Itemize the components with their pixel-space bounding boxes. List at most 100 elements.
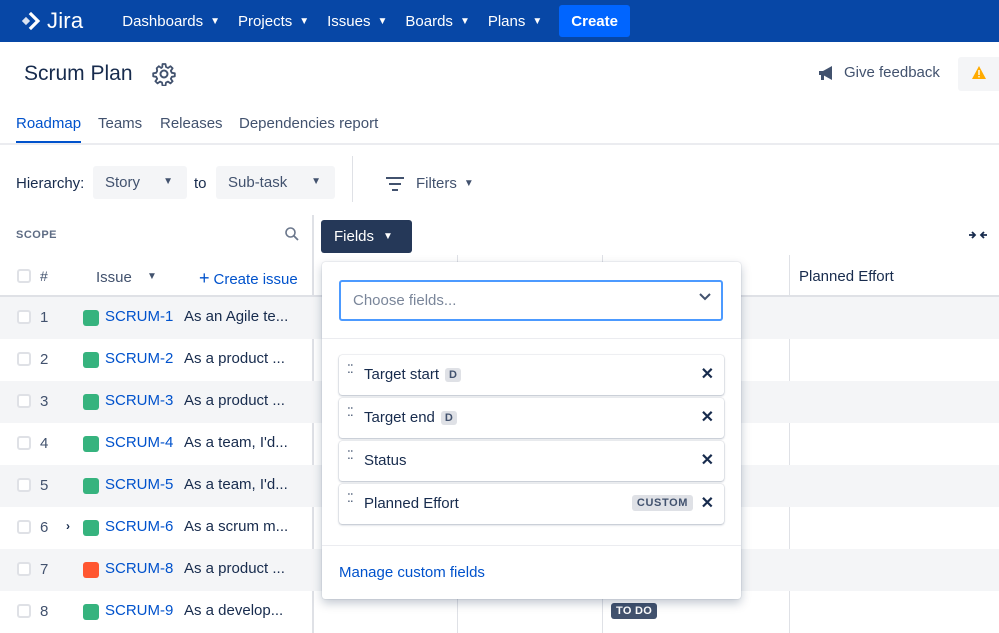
row-checkbox[interactable]: [17, 562, 31, 576]
chevron-down-icon: ▼: [163, 176, 173, 187]
row-checkbox[interactable]: [17, 436, 31, 450]
nav-dashboards[interactable]: Dashboards ▼: [113, 0, 229, 42]
filters-button[interactable]: Filters ▼: [386, 175, 474, 192]
hierarchy-from-value: Story: [105, 174, 141, 191]
tab-teams[interactable]: Teams: [98, 115, 142, 132]
field-item-target-end[interactable]: ⁚⁚ Target end D ✕: [339, 398, 724, 438]
create-button[interactable]: Create: [559, 5, 630, 37]
nav-plans-label: Plans: [487, 12, 526, 30]
gear-icon[interactable]: [152, 62, 176, 86]
remove-icon[interactable]: ✕: [701, 364, 714, 384]
field-item-status[interactable]: ⁚⁚ Status ✕: [339, 441, 724, 481]
row-number: 4: [40, 435, 49, 452]
hierarchy-to-select[interactable]: Sub-task ▼: [216, 166, 335, 199]
field-item-planned-effort[interactable]: ⁚⁚ Planned Effort CUSTOM ✕: [339, 484, 724, 524]
create-issue-button[interactable]: + Create issue: [199, 268, 298, 289]
column-header-planned-effort: Planned Effort: [799, 268, 894, 285]
plan-tabs: Roadmap Teams Releases Dependencies repo…: [0, 108, 999, 145]
row-checkbox[interactable]: [17, 352, 31, 366]
row-number: 8: [40, 603, 49, 620]
tab-roadmap[interactable]: Roadmap: [16, 115, 81, 132]
manage-custom-fields-link[interactable]: Manage custom fields: [339, 564, 485, 581]
plus-icon: +: [199, 268, 210, 288]
chevron-down-icon: ▼: [532, 15, 543, 27]
row-checkbox[interactable]: [17, 310, 31, 324]
nav-projects[interactable]: Projects ▼: [229, 0, 318, 42]
search-icon[interactable]: [285, 227, 299, 241]
drag-handle-icon[interactable]: ⁚⁚: [347, 406, 354, 418]
row-number: 6: [40, 519, 49, 536]
field-item-label: Target start D: [364, 366, 461, 383]
field-name: Target start: [364, 366, 440, 383]
megaphone-icon: [819, 65, 832, 80]
logo-text: Jira: [47, 8, 84, 33]
fields-popup: Choose fields... ⁚⁚ Target start D ✕ ⁚⁚ T…: [322, 262, 741, 599]
field-badge: D: [440, 411, 457, 425]
issue-key-link[interactable]: SCRUM-5: [105, 476, 173, 493]
chevron-down-icon: ▼: [299, 15, 310, 27]
issue-key-link[interactable]: SCRUM-1: [105, 308, 173, 325]
row-number: 1: [40, 309, 49, 326]
chevron-down-icon: ▼: [311, 176, 321, 187]
row-number: 7: [40, 561, 49, 578]
nav-dashboards-label: Dashboards: [122, 12, 204, 30]
row-checkbox[interactable]: [17, 478, 31, 492]
drag-handle-icon[interactable]: ⁚⁚: [347, 363, 354, 375]
warnings-button[interactable]: [958, 57, 999, 91]
popup-divider: [322, 338, 741, 339]
remove-icon[interactable]: ✕: [701, 450, 714, 470]
chevron-down-icon[interactable]: ▼: [147, 271, 157, 282]
issue-key-link[interactable]: SCRUM-9: [105, 602, 173, 619]
drag-handle-icon[interactable]: ⁚⁚: [347, 449, 354, 461]
remove-icon[interactable]: ✕: [701, 407, 714, 427]
issue-key-link[interactable]: SCRUM-8: [105, 560, 173, 577]
remove-icon[interactable]: ✕: [701, 493, 714, 513]
issue-summary: As a scrum m...: [184, 518, 289, 535]
issue-key-link[interactable]: SCRUM-2: [105, 350, 173, 367]
tab-dependencies-report[interactable]: Dependencies report: [239, 115, 378, 132]
chevron-down-icon: ▼: [459, 15, 470, 27]
row-checkbox[interactable]: [17, 394, 31, 408]
story-icon: [83, 310, 99, 326]
nav-boards[interactable]: Boards ▼: [396, 0, 478, 42]
nav-plans[interactable]: Plans ▼: [479, 0, 551, 42]
hierarchy-to-value: Sub-task: [228, 174, 288, 191]
tab-releases[interactable]: Releases: [160, 115, 223, 132]
issue-key-link[interactable]: SCRUM-3: [105, 392, 173, 409]
field-item-label: Target end D: [364, 409, 457, 426]
nav-boards-label: Boards: [405, 12, 453, 30]
warning-icon: [972, 66, 986, 79]
jira-logo[interactable]: Jira: [20, 8, 83, 34]
row-checkbox[interactable]: [17, 520, 31, 534]
chevron-down-icon: ▼: [210, 15, 221, 27]
drag-handle-icon[interactable]: ⁚⁚: [347, 492, 354, 504]
scope-label: SCOPE: [16, 229, 58, 241]
row-number: 5: [40, 477, 49, 494]
column-header-issue[interactable]: Issue: [96, 269, 132, 286]
field-name: Planned Effort: [364, 495, 459, 512]
choose-fields-select[interactable]: Choose fields...: [339, 280, 723, 321]
issue-summary: As an Agile te...: [184, 308, 289, 325]
hierarchy-from-select[interactable]: Story ▼: [93, 166, 187, 199]
nav-issues[interactable]: Issues ▼: [318, 0, 396, 42]
issue-key-link[interactable]: SCRUM-6: [105, 518, 173, 535]
fields-button[interactable]: Fields ▼: [321, 220, 412, 253]
issue-summary: As a team, I'd...: [184, 434, 288, 451]
select-all-checkbox[interactable]: [17, 269, 31, 283]
story-icon: [83, 394, 99, 410]
chevron-down-icon: ▼: [377, 15, 388, 27]
give-feedback-button[interactable]: Give feedback: [818, 64, 940, 81]
row-checkbox[interactable]: [17, 604, 31, 618]
issue-summary: As a product ...: [184, 560, 285, 577]
nav-projects-label: Projects: [238, 12, 293, 30]
field-item-target-start[interactable]: ⁚⁚ Target start D ✕: [339, 355, 724, 395]
issue-summary: As a product ...: [184, 392, 285, 409]
issue-key-link[interactable]: SCRUM-4: [105, 434, 173, 451]
collapse-icon[interactable]: [968, 229, 988, 241]
expand-chevron-icon[interactable]: ›: [66, 519, 70, 533]
filter-icon: [386, 176, 404, 191]
issue-summary: As a product ...: [184, 350, 285, 367]
chevron-down-icon: ▼: [463, 178, 474, 189]
row-number: 2: [40, 351, 49, 368]
field-name: Status: [364, 452, 407, 469]
